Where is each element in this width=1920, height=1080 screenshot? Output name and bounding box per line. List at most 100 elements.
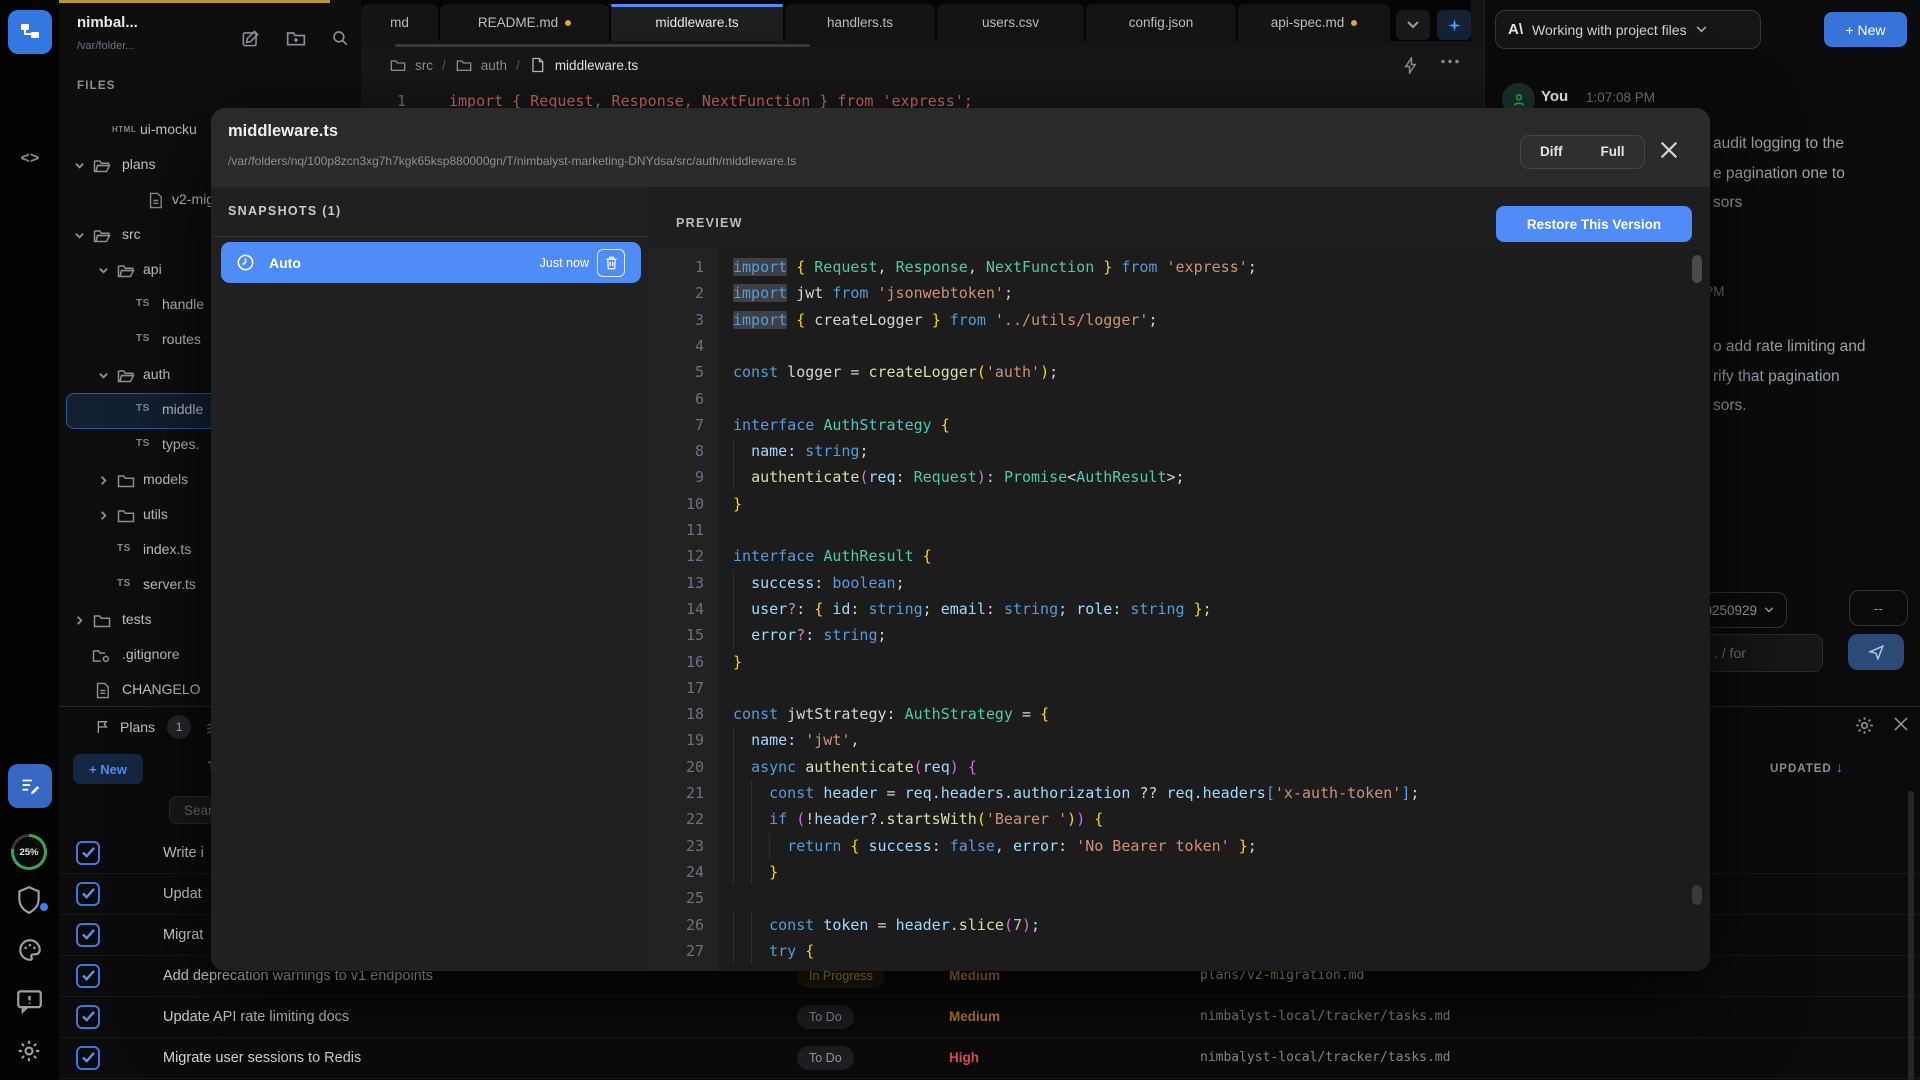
code-view-icon[interactable]: <> [12,148,48,170]
notification-dot [40,903,48,911]
send-button[interactable] [1848,634,1904,670]
chevron-down-icon[interactable] [95,368,111,384]
tasks-scrollbar[interactable] [1908,791,1914,1080]
tab-api-spec-md[interactable]: api-spec.md [1238,4,1390,41]
task-checkbox[interactable] [76,882,100,906]
chevron-right-icon[interactable] [71,613,87,629]
new-task-button[interactable]: + New [73,754,143,784]
chevron-down-icon[interactable] [71,158,87,174]
task-row[interactable]: Update API rate limiting docsTo DoMedium… [59,996,1920,1038]
breadcrumb-separator: / [442,58,446,73]
tab-handlers-ts[interactable]: handlers.ts [785,4,935,41]
task-row[interactable]: Migrate user sessions to RedisTo DoHighn… [59,1037,1920,1079]
modal-close-icon[interactable] [1658,139,1680,161]
code-text: import { createLogger } from '../utils/l… [733,307,1157,333]
line-number: 18 [648,701,704,727]
code-scrollbar-thumb-lower[interactable] [1692,885,1702,905]
task-checkbox[interactable] [76,964,100,988]
tab-config-json[interactable]: config.json [1086,4,1236,41]
palette-icon[interactable] [17,937,43,963]
tab-users-csv[interactable]: users.csv [937,4,1084,41]
tasks-close-icon[interactable] [1892,715,1912,735]
line-number: 9 [648,464,704,490]
task-title: Update API rate limiting docs [163,1009,349,1025]
tab-middleware-ts[interactable]: middleware.ts [611,4,783,41]
chevron-down-icon[interactable] [71,228,87,244]
tasks-section-title[interactable]: Plans [120,719,155,735]
settings-gear-icon[interactable] [16,1038,42,1064]
message-line: sors. [1713,391,1866,421]
code-text: error?: string; [733,622,887,648]
more-actions-icon[interactable] [1441,59,1459,64]
diff-toggle[interactable]: Diff [1521,137,1582,167]
app-logo-button[interactable] [8,10,52,54]
snapshot-item-auto[interactable]: Auto Just now [221,242,641,283]
new-tab-sparkle-button[interactable] [1437,10,1471,40]
tab-readme-md[interactable]: README.md [440,4,609,41]
new-folder-icon[interactable] [285,27,307,49]
indent-guide [733,727,734,753]
conversation-selector[interactable]: A\ Working with project files [1495,10,1761,49]
tree-item-label: handle [162,296,204,312]
task-search-placeholder: Sear [184,803,213,818]
folder-icon [93,158,111,173]
chevron-down-icon[interactable] [95,263,111,279]
message-text: o add rate limiting andrify that paginat… [1713,332,1866,421]
tab-overflow-button[interactable] [1396,10,1430,40]
tree-item-label: utils [143,506,168,522]
modal-title: middleware.ts [228,122,338,141]
tree-item-label: routes [162,331,201,347]
tab-label: users.csv [982,15,1039,30]
updated-column-header[interactable]: UPDATED ↓ [1770,759,1843,775]
chevron-right-icon[interactable] [95,473,111,489]
breadcrumb-file[interactable]: middleware.ts [555,58,638,73]
bg-line-number: 1 [397,92,406,108]
project-title: nimbal... [77,14,138,31]
tree-item-label: plans [122,156,155,172]
task-checkbox[interactable] [76,923,100,947]
chevron-right-icon[interactable] [95,508,111,524]
folder-icon [117,508,135,523]
tasks-settings-icon[interactable] [1854,715,1876,737]
task-checkbox[interactable] [76,1005,100,1029]
tab-label: api-spec.md [1271,15,1345,30]
task-title: Migrat [163,927,203,943]
chat-input-placeholder: . / for [1714,645,1746,661]
code-text: interface AuthStrategy { [733,412,950,438]
restore-version-button[interactable]: Restore This Version [1496,206,1692,242]
full-toggle[interactable]: Full [1582,137,1644,167]
tab-md[interactable]: md [361,4,438,41]
code-scrollbar-thumb[interactable] [1692,255,1702,283]
code-line: 13 success: boolean; [648,570,1710,596]
indent-guide [733,780,734,806]
code-text: if (!header?.startsWith('Bearer ')) { [733,806,1103,832]
shield-icon[interactable] [16,885,42,915]
typescript-file-icon: TS [136,403,150,414]
delete-snapshot-button[interactable] [597,249,625,277]
quick-action-bolt-icon[interactable] [1403,57,1418,74]
line-number: 15 [648,622,704,648]
folder-icon [455,56,473,74]
tab-bar: mdREADME.mdmiddleware.tshandlers.ts users… [361,0,1471,41]
new-file-icon[interactable] [239,27,261,49]
breadcrumb-src[interactable]: src [415,58,433,73]
typescript-file-icon: TS [136,438,150,449]
breadcrumb-auth[interactable]: auth [481,58,507,73]
task-checkbox[interactable] [76,841,100,865]
modal-header: middleware.ts /var/folders/nq/100p8zcn3x… [211,108,1710,188]
bg-line-text: import { Request, Response, NextFunction… [449,92,973,108]
code-text: name: string; [733,438,868,464]
code-text: } [733,859,778,885]
divider [211,236,648,237]
flowchart-icon [18,20,42,44]
feedback-icon[interactable] [16,989,43,1014]
options-button[interactable]: -- [1849,590,1908,626]
new-conversation-button[interactable]: + New [1824,12,1907,47]
search-icon[interactable] [329,27,351,49]
task-title: Updat [163,886,202,902]
task-checkbox[interactable] [76,1046,100,1070]
line-number: 19 [648,727,704,753]
tasks-rail-button[interactable] [8,764,52,808]
code-line: 5const logger = createLogger('auth'); [648,359,1710,385]
progress-ring[interactable]: 25% [11,834,47,870]
